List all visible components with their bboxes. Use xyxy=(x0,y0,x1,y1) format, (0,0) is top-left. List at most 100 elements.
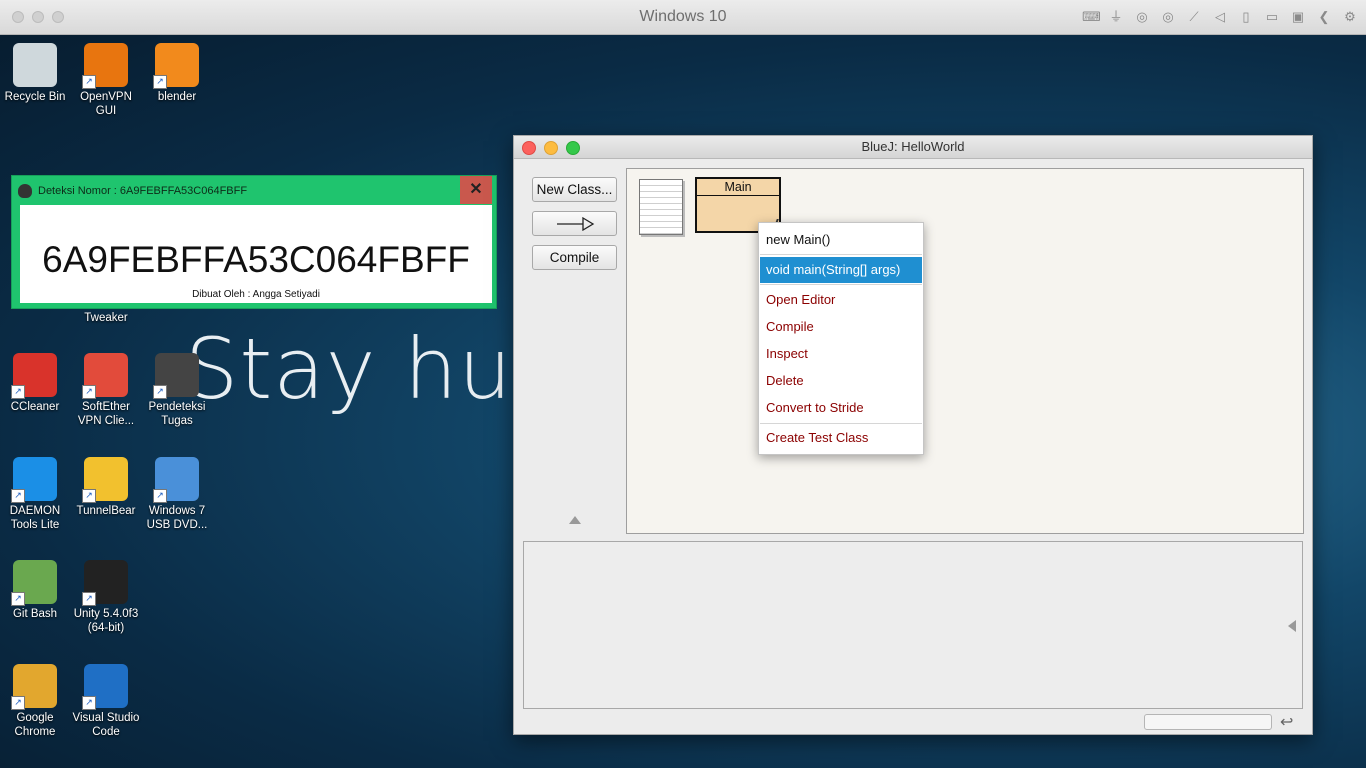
bluej-titlebar: BlueJ: HelloWorld xyxy=(514,136,1312,159)
vm-toolbar: ⌨ ⏚ ◎ ◎ ⟋ ◁ ▯ ▭ ▣ ❮ ⚙ xyxy=(1082,9,1358,25)
detect-credit: Dibuat Oleh : Angga Setiyadi xyxy=(192,289,320,300)
disc-alt-icon[interactable]: ◎ xyxy=(1160,9,1176,25)
desktop-icon-label: blender xyxy=(157,91,197,103)
shortcut-arrow-icon: ↗ xyxy=(11,489,25,503)
desktop-icon-label: Recycle Bin xyxy=(4,91,66,103)
menu-item-open-editor[interactable]: Open Editor xyxy=(760,287,922,313)
class-diagram-canvas[interactable]: Main xyxy=(626,168,1304,534)
desktop-icon-label: OpenVPN GUI xyxy=(80,91,132,117)
shortcut-arrow-icon: ↗ xyxy=(11,385,25,399)
usb-icon[interactable]: ⏚ xyxy=(1108,9,1124,25)
keyboard-icon[interactable]: ⌨ xyxy=(1082,9,1101,25)
desktop-icon-label: Git Bash xyxy=(12,608,58,620)
class-name: Main xyxy=(697,179,779,196)
desktop-icon-openvpn[interactable]: ↗ OpenVPN GUI xyxy=(71,43,141,118)
desktop-icon-label: CCleaner xyxy=(10,401,60,413)
menu-separator xyxy=(760,254,922,255)
desktop-icon-unity[interactable]: ↗ Unity 5.4.0f3 (64-bit) xyxy=(71,560,141,635)
desktop-icon-chrome[interactable]: ↗ Google Chrome xyxy=(0,664,70,739)
detect-body: 6A9FEBFFA53C064FBFF Dibuat Oleh : Angga … xyxy=(20,205,492,303)
gear-icon[interactable]: ⚙ xyxy=(1342,9,1358,25)
shortcut-arrow-icon: ↗ xyxy=(82,696,96,710)
new-class-button[interactable]: New Class... xyxy=(532,177,617,202)
detect-title: Deteksi Nomor : 6A9FEBFFA53C064FBFF xyxy=(38,185,248,197)
desktop-icon-daemon-tools[interactable]: ↗ DAEMON Tools Lite xyxy=(0,457,70,532)
desktop-icon-label: Visual Studio Code xyxy=(72,712,140,738)
menu-item-delete[interactable]: Delete xyxy=(760,368,922,394)
menu-item-create-test-class[interactable]: Create Test Class xyxy=(760,425,922,451)
desktop-icon-git-bash[interactable]: ↗ Git Bash xyxy=(0,560,70,621)
git-bash-icon: ↗ xyxy=(11,560,57,606)
collapse-triangle-icon[interactable] xyxy=(569,516,581,524)
shortcut-arrow-icon: ↗ xyxy=(153,489,167,503)
desktop-icon-blender[interactable]: ↗ blender xyxy=(142,43,212,104)
readme-document-icon[interactable] xyxy=(639,179,683,235)
shortcut-arrow-icon: ↗ xyxy=(11,696,25,710)
desktop-icon-label: TunnelBear xyxy=(76,505,136,517)
desktop-icon-softether[interactable]: ↗ SoftEther VPN Clie... xyxy=(71,353,141,428)
shortcut-arrow-icon: ↗ xyxy=(82,75,96,89)
context-menu: new Main() void main(String[] args) Open… xyxy=(758,222,924,455)
network-icon[interactable]: ⟋ xyxy=(1186,9,1202,25)
menu-item-convert-to-stride[interactable]: Convert to Stride xyxy=(760,395,922,421)
disc-icon[interactable]: ◎ xyxy=(1134,9,1150,25)
desktop-icon-win7-usb[interactable]: ↗ Windows 7 USB DVD... xyxy=(142,457,212,532)
vscode-icon: ↗ xyxy=(82,664,128,710)
volume-icon[interactable]: ◁ xyxy=(1212,9,1228,25)
unity-icon: ↗ xyxy=(82,560,128,606)
ccleaner-icon: ↗ xyxy=(11,353,57,399)
blender-icon: ↗ xyxy=(153,43,199,89)
desktop-icon-label: Windows 7 USB DVD... xyxy=(146,505,208,531)
openvpn-icon: ↗ xyxy=(82,43,128,89)
chevron-left-icon[interactable]: ❮ xyxy=(1316,9,1332,25)
menu-item-inspect[interactable]: Inspect xyxy=(760,341,922,367)
win7-usb-icon: ↗ xyxy=(153,457,199,503)
shortcut-arrow-icon: ↗ xyxy=(82,489,96,503)
desktop-icon-label: Google Chrome xyxy=(14,712,56,738)
menu-item-compile[interactable]: Compile xyxy=(760,314,922,340)
shortcut-arrow-icon: ↗ xyxy=(82,592,96,606)
vm-titlebar: Windows 10 ⌨ ⏚ ◎ ◎ ⟋ ◁ ▯ ▭ ▣ ❮ ⚙ xyxy=(0,0,1366,35)
desktop-icon-label: Tweaker xyxy=(84,312,128,324)
undo-icon[interactable]: ↩ xyxy=(1280,712,1293,732)
status-progress-field xyxy=(1144,714,1272,730)
compile-button[interactable]: Compile xyxy=(532,245,617,270)
app-bird-icon xyxy=(18,184,32,198)
detect-window: Deteksi Nomor : 6A9FEBFFA53C064FBFF ✕ 6A… xyxy=(11,175,497,309)
detect-code: 6A9FEBFFA53C064FBFF xyxy=(42,239,470,280)
shortcut-arrow-icon: ↗ xyxy=(153,75,167,89)
arrow-icon xyxy=(556,216,594,232)
recycle-bin-icon xyxy=(13,43,57,87)
screen-icon[interactable]: ▣ xyxy=(1290,9,1306,25)
shortcut-arrow-icon: ↗ xyxy=(11,592,25,606)
desktop-icon-ccleaner[interactable]: ↗ CCleaner xyxy=(0,353,70,414)
menu-separator xyxy=(760,423,922,424)
shortcut-arrow-icon: ↗ xyxy=(82,385,96,399)
wallpaper-text: Stay hun xyxy=(185,320,567,418)
softether-icon: ↗ xyxy=(82,353,128,399)
desktop-icon-label: Pendeteksi Tugas xyxy=(148,401,206,427)
detect-titlebar: Deteksi Nomor : 6A9FEBFFA53C064FBFF xyxy=(18,180,247,202)
desktop-icon-vscode[interactable]: ↗ Visual Studio Code xyxy=(71,664,141,739)
desktop-icon-label: DAEMON Tools Lite xyxy=(9,505,61,531)
daemon-tools-icon: ↗ xyxy=(11,457,57,503)
shortcut-arrow-icon: ↗ xyxy=(153,385,167,399)
desktop-icon-recycle-bin[interactable]: Recycle Bin xyxy=(0,43,70,104)
phone-icon[interactable]: ▯ xyxy=(1238,9,1254,25)
pendeteksi-icon: ↗ xyxy=(153,353,199,399)
desktop-icon-pendeteksi[interactable]: ↗ Pendeteksi Tugas xyxy=(142,353,212,428)
menu-separator xyxy=(760,284,922,285)
menu-item-new-main[interactable]: new Main() xyxy=(760,227,922,253)
bluej-title: BlueJ: HelloWorld xyxy=(861,139,965,154)
menu-item-void-main[interactable]: void main(String[] args) xyxy=(760,257,922,283)
desktop-icon-label: Unity 5.4.0f3 (64-bit) xyxy=(73,608,139,634)
uses-arrow-button[interactable] xyxy=(532,211,617,236)
expand-triangle-icon[interactable] xyxy=(1288,620,1296,632)
desktop-icon-tunnelbear[interactable]: ↗ TunnelBear xyxy=(71,457,141,518)
desktop-icon-label: SoftEther VPN Clie... xyxy=(77,401,135,427)
display-icon[interactable]: ▭ xyxy=(1264,9,1280,25)
codepad-area[interactable] xyxy=(523,541,1303,709)
chrome-icon: ↗ xyxy=(11,664,57,710)
detect-close-button[interactable]: ✕ xyxy=(460,176,492,204)
tunnelbear-icon: ↗ xyxy=(82,457,128,503)
